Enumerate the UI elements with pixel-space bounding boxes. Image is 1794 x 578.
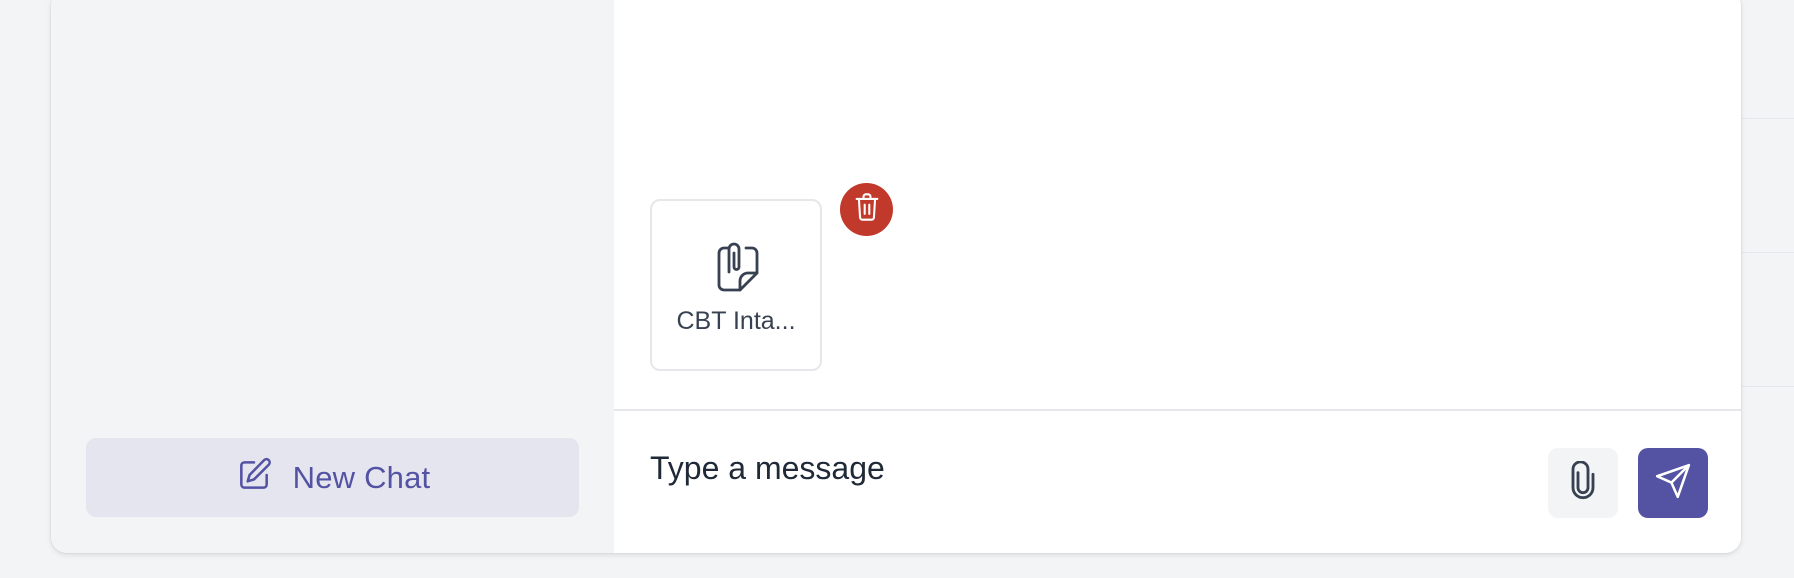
chat-window: New Chat CBT Inta... [51, 0, 1741, 553]
edit-square-icon [235, 456, 273, 499]
attachment-card[interactable]: CBT Inta... [650, 199, 822, 371]
background-divider [1742, 386, 1794, 387]
sidebar: New Chat [51, 0, 614, 553]
paperclip-icon [1566, 459, 1600, 506]
new-chat-button[interactable]: New Chat [86, 438, 579, 517]
trash-icon [853, 192, 881, 227]
chat-main: CBT Inta... [614, 0, 1741, 553]
remove-attachment-button[interactable] [840, 183, 893, 236]
background-divider [1742, 118, 1794, 119]
send-icon [1654, 462, 1692, 505]
attachment-name: CBT Inta... [676, 307, 796, 335]
send-button[interactable] [1638, 448, 1708, 518]
background-divider [1742, 252, 1794, 253]
file-attachment-icon [716, 242, 760, 294]
attach-file-button[interactable] [1548, 448, 1618, 518]
composer-divider [614, 409, 1741, 411]
new-chat-label: New Chat [292, 459, 431, 495]
message-input[interactable] [650, 445, 1450, 491]
